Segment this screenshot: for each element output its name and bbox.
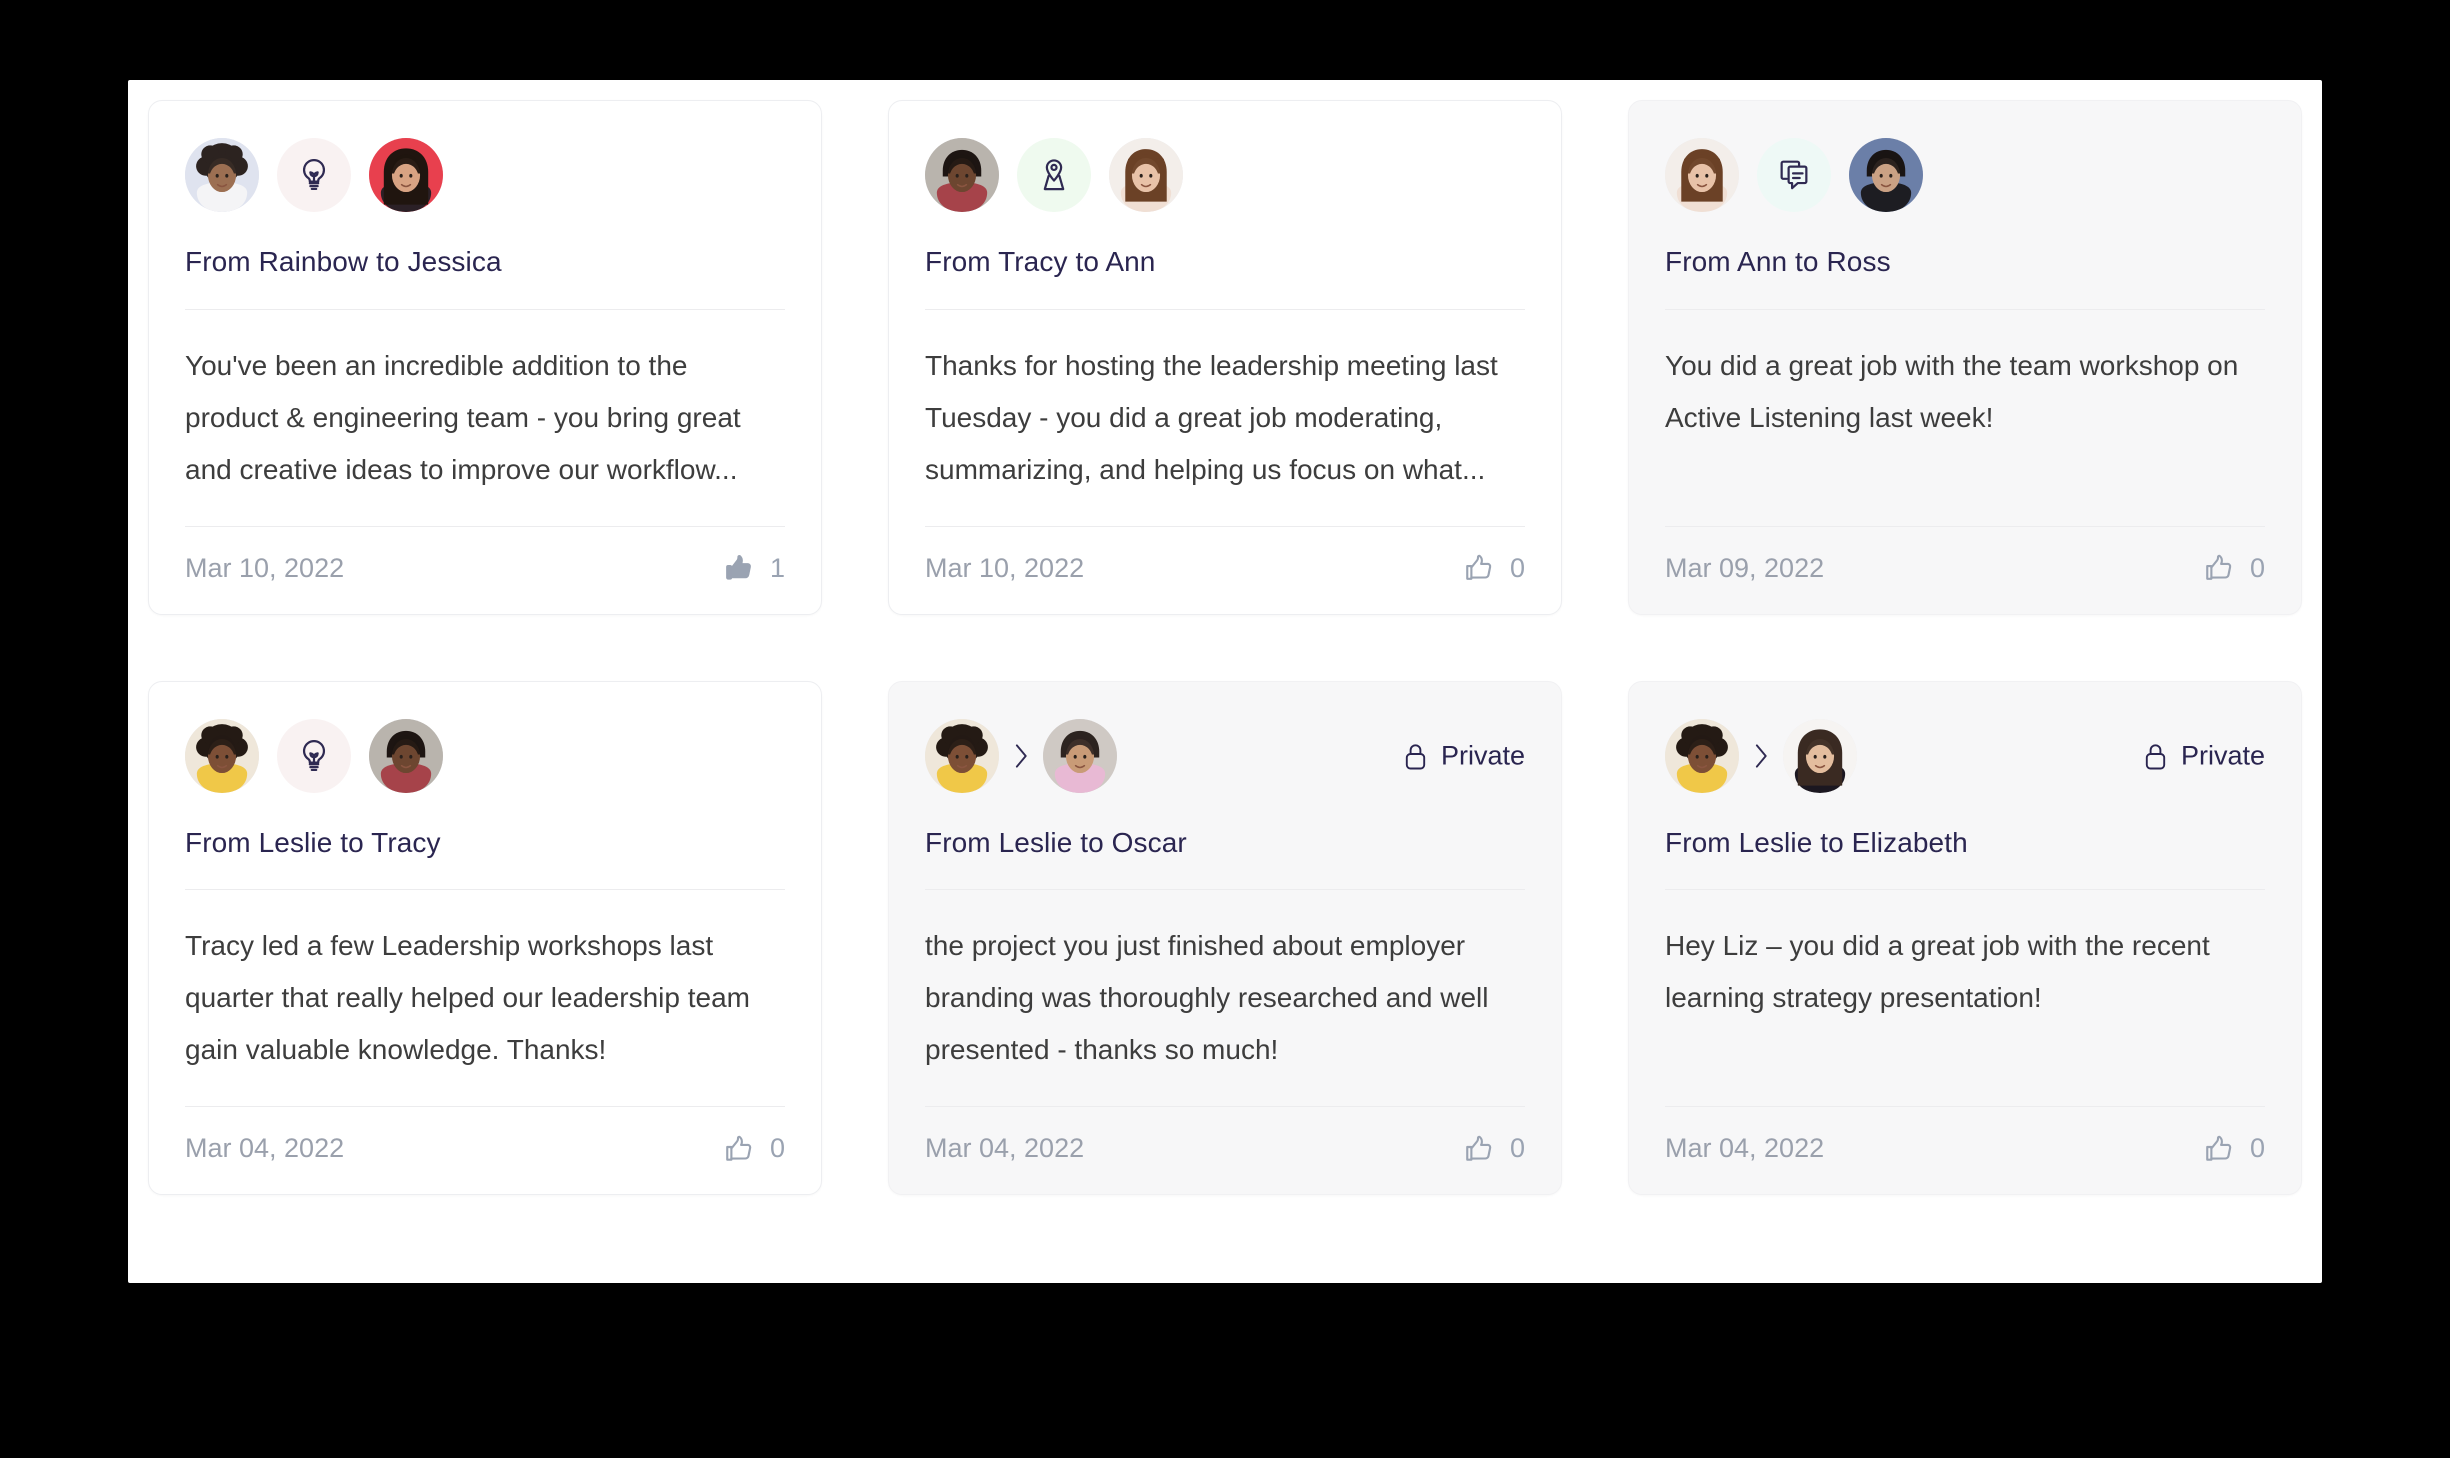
card-message: You did a great job with the team worksh… <box>1665 349 2239 433</box>
card-message: Thanks for hosting the leadership meetin… <box>925 349 1498 485</box>
recognition-card[interactable]: From Leslie to Tracy Tracy led a few Lead… <box>148 680 822 1196</box>
screenshot-root: From Rainbow to Jessica You've been an in… <box>0 0 2450 1458</box>
card-date: Mar 10, 2022 <box>185 552 345 583</box>
card-footer: Mar 10, 2022 1 <box>185 553 785 584</box>
recipient-avatar[interactable] <box>1849 138 1923 212</box>
lock-icon <box>2143 741 2168 770</box>
card-footer: Mar 04, 2022 0 <box>925 1133 1525 1164</box>
card-message: You've been an incredible addition to th… <box>185 349 741 485</box>
card-title: From Leslie to Oscar <box>925 826 1187 858</box>
card-date: Mar 04, 2022 <box>185 1133 345 1164</box>
like-count: 0 <box>2249 1133 2265 1164</box>
card-title: From Tracy to Ann <box>925 246 1156 277</box>
like-button[interactable]: 0 <box>2204 1133 2265 1164</box>
lightbulb-icon <box>277 718 351 793</box>
card-title: From Rainbow to Jessica <box>185 246 502 277</box>
divider <box>1665 525 2265 527</box>
card-title: From Ann to Ross <box>1665 246 1891 277</box>
recognition-cards-grid: From Rainbow to Jessica You've been an in… <box>148 100 2302 1196</box>
card-header <box>185 718 785 794</box>
thumbs-up-filled-icon[interactable] <box>724 553 754 583</box>
thumbs-up-outline-icon[interactable] <box>2204 1134 2234 1164</box>
recognition-feed-panel: From Rainbow to Jessica You've been an in… <box>128 80 2322 1283</box>
divider <box>925 525 1525 527</box>
like-count: 0 <box>2249 552 2265 583</box>
like-button[interactable]: 0 <box>1464 1133 1525 1164</box>
card-date: Mar 09, 2022 <box>1665 552 1825 583</box>
chevron-right-icon <box>999 743 1043 769</box>
chevron-right-icon <box>1739 743 1783 769</box>
like-count: 0 <box>769 1133 785 1164</box>
divider <box>925 308 1525 310</box>
like-button[interactable]: 0 <box>1464 553 1525 584</box>
card-date: Mar 10, 2022 <box>925 552 1085 583</box>
divider <box>185 1106 785 1108</box>
privacy-label: Private <box>1440 740 1525 771</box>
recipient-avatar[interactable] <box>1043 718 1117 793</box>
sender-avatar[interactable] <box>185 138 259 212</box>
sender-avatar[interactable] <box>185 718 259 793</box>
card-date: Mar 04, 2022 <box>925 1133 1085 1164</box>
thumbs-up-outline-icon[interactable] <box>2204 553 2234 583</box>
map-pin-icon <box>1017 138 1091 212</box>
lightbulb-icon <box>277 138 351 212</box>
card-header <box>185 137 785 213</box>
like-button[interactable]: 1 <box>724 553 785 584</box>
thumbs-up-outline-icon[interactable] <box>1464 1134 1494 1164</box>
like-count: 0 <box>1509 1133 1525 1164</box>
recognition-card[interactable]: From Rainbow to Jessica You've been an in… <box>148 100 822 615</box>
recipient-avatar[interactable] <box>1109 138 1183 212</box>
card-header: Private <box>1665 718 2265 794</box>
recognition-card[interactable]: From Tracy to Ann Thanks for hosting the … <box>888 100 1562 615</box>
card-header <box>1665 137 2265 213</box>
like-count: 0 <box>1509 552 1525 583</box>
card-footer: Mar 09, 2022 0 <box>1665 553 2265 584</box>
privacy-badge: Private <box>1403 740 1525 771</box>
divider <box>925 889 1525 891</box>
card-message: Tracy led a few Leadership workshops las… <box>185 930 751 1066</box>
divider <box>1665 308 2265 310</box>
sender-avatar[interactable] <box>925 138 999 212</box>
privacy-badge: Private <box>2143 740 2265 771</box>
thumbs-up-outline-icon[interactable] <box>1464 553 1494 583</box>
sender-avatar[interactable] <box>925 718 999 793</box>
card-date: Mar 04, 2022 <box>1665 1133 1825 1164</box>
divider <box>1665 1106 2265 1108</box>
card-footer: Mar 04, 2022 0 <box>185 1133 785 1164</box>
recipient-avatar[interactable] <box>1783 718 1857 793</box>
card-footer: Mar 04, 2022 0 <box>1665 1133 2265 1164</box>
like-button[interactable]: 0 <box>2204 553 2265 584</box>
recognition-card[interactable]: Private From Leslie to Elizabeth Hey Liz –… <box>1628 680 2302 1196</box>
privacy-label: Private <box>2180 740 2265 771</box>
divider <box>1665 889 2265 891</box>
lock-icon <box>1403 741 1428 770</box>
divider <box>185 525 785 527</box>
recipient-avatar[interactable] <box>369 138 443 212</box>
card-message: Hey Liz – you did a great job with the r… <box>1665 930 2210 1014</box>
card-footer: Mar 10, 2022 0 <box>925 553 1525 584</box>
recognition-card[interactable]: From Ann to Ross You did a great job with… <box>1628 100 2302 615</box>
divider <box>185 308 785 310</box>
sender-avatar[interactable] <box>1665 718 1739 793</box>
card-header: Private <box>925 718 1525 794</box>
card-message: the project you just finished about empl… <box>925 930 1489 1066</box>
card-header <box>925 137 1525 213</box>
recipient-avatar[interactable] <box>369 718 443 793</box>
thumbs-up-outline-icon[interactable] <box>724 1134 754 1164</box>
sender-avatar[interactable] <box>1665 138 1739 212</box>
card-title: From Leslie to Elizabeth <box>1665 826 1968 858</box>
divider <box>185 889 785 891</box>
chat-bubbles-icon <box>1757 138 1831 212</box>
like-count: 1 <box>769 552 785 583</box>
recognition-card[interactable]: Private From Leslie to Oscar the project y… <box>888 680 1562 1196</box>
divider <box>925 1106 1525 1108</box>
card-title: From Leslie to Tracy <box>185 826 441 858</box>
like-button[interactable]: 0 <box>724 1133 785 1164</box>
